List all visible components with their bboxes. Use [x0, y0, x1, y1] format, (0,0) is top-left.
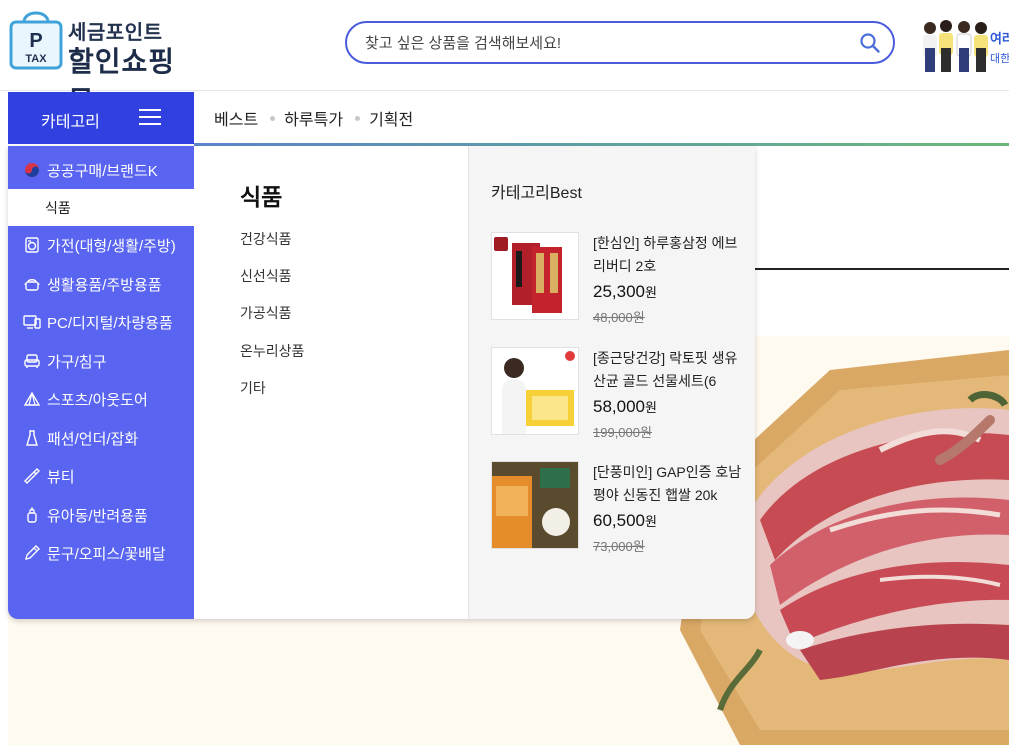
category-button[interactable]: 카테고리: [8, 92, 194, 144]
promo-text: 여러: [990, 31, 1009, 46]
site-logo[interactable]: P TAX 세금포인트 할인쇼핑몰: [8, 4, 198, 117]
search-input[interactable]: [365, 32, 845, 54]
svg-text:TAX: TAX: [25, 53, 47, 65]
sidebar-item-household[interactable]: 생활용품/주방용품: [8, 266, 194, 302]
subcategory-panel: 식품 건강식품 신선식품 가공식품 온누리상품 기타: [194, 146, 468, 619]
product-original-price: 73,000원: [593, 539, 645, 554]
tent-icon: [23, 390, 41, 408]
banner-divider: [754, 268, 1009, 270]
nav-link-best[interactable]: 베스트: [214, 106, 258, 130]
nav-link-exhibition[interactable]: 기획전: [369, 106, 413, 130]
category-sidebar: 공공구매/브랜드K 식품 가전(대형/생활/주방) 생활용품/주방용품 PC/디…: [8, 146, 194, 619]
subcategory-item[interactable]: 온누리상품: [240, 341, 304, 361]
sidebar-item-label: 가구/침구: [47, 353, 107, 371]
svg-text:P: P: [29, 30, 42, 52]
hamburger-menu-icon: [139, 109, 161, 127]
product-original-price: 199,000원: [593, 425, 652, 440]
best-product-card[interactable]: [한심인] 하루홍삼정 에브리버디 2호 25,300원 48,000원: [491, 232, 753, 325]
nav-separator: [355, 115, 361, 121]
sofa-icon: [23, 352, 41, 370]
product-thumbnail[interactable]: [491, 347, 579, 435]
red-ginseng-box-image: [492, 233, 578, 319]
sidebar-item-label: 유아동/반려용품: [47, 507, 148, 525]
subcategory-item[interactable]: 가공식품: [240, 303, 292, 323]
subcategory-item[interactable]: 기타: [240, 378, 266, 398]
product-price: 25,300원: [593, 282, 657, 301]
product-original-price: 48,000원: [593, 310, 645, 325]
pen-icon: [23, 544, 41, 562]
category-best-title: 카테고리Best: [491, 185, 582, 202]
site-header: P TAX 세금포인트 할인쇼핑몰 여러 대한: [0, 0, 1009, 117]
sidebar-item-beauty[interactable]: 뷰티: [8, 458, 194, 494]
sidebar-item-public-purchase[interactable]: 공공구매/브랜드K: [8, 152, 194, 188]
sidebar-item-label: 스포츠/아웃도어: [47, 391, 148, 409]
lactofit-gift-set-image: [492, 348, 578, 434]
search-icon[interactable]: [859, 32, 881, 54]
shopping-bag-logo-icon: P TAX: [9, 11, 63, 70]
bottle-icon: [23, 506, 41, 524]
sidebar-item-label: PC/디지털/차량용품: [47, 314, 173, 332]
sidebar-item-stationery[interactable]: 문구/오피스/꽃배달: [8, 535, 194, 571]
sidebar-item-label: 가전(대형/생활/주방): [47, 237, 176, 255]
subcategory-item[interactable]: 신선식품: [240, 266, 292, 286]
nav-separator: [270, 115, 276, 121]
subcategory-title: 식품: [240, 184, 283, 210]
lipstick-icon: [23, 467, 41, 485]
best-product-card[interactable]: [단풍미인] GAP인증 호남평야 신동진 햅쌀 20k 60,500원 73,…: [491, 461, 753, 554]
washer-icon: [23, 236, 41, 254]
staff-illustration-icon: [923, 20, 988, 72]
nav-link-daily-deal[interactable]: 하루특가: [284, 106, 343, 130]
product-name[interactable]: [종근당건강] 락토핏 생유산균 골드 선물세트(6: [593, 347, 743, 393]
taeguk-icon: [23, 161, 41, 179]
sidebar-item-label: 뷰티: [47, 468, 75, 486]
sidebar-item-fashion[interactable]: 패션/언더/잡화: [8, 420, 194, 456]
sidebar-item-label: 생활용품/주방용품: [47, 276, 162, 294]
product-name[interactable]: [단풍미인] GAP인증 호남평야 신동진 햅쌀 20k: [593, 461, 743, 507]
search-bar: [345, 21, 895, 64]
product-thumbnail[interactable]: [491, 232, 579, 320]
sidebar-item-label: 문구/오피스/꽃배달: [47, 545, 166, 563]
rice-bag-image: [492, 462, 578, 548]
sidebar-item-label: 공공구매/브랜드K: [47, 162, 158, 180]
product-price: 60,500원: [593, 511, 657, 530]
nav-links: 베스트 하루특가 기획전: [214, 106, 413, 130]
sidebar-item-kids-pets[interactable]: 유아동/반려용품: [8, 497, 194, 533]
promo-subtext: 대한: [990, 53, 1009, 65]
sidebar-item-appliances[interactable]: 가전(대형/생활/주방): [8, 227, 194, 263]
category-best-panel: 카테고리Best [한심인] 하루홍삼정 에브리버디 2호 25,300원 48…: [468, 146, 755, 619]
subcategory-item[interactable]: 건강식품: [240, 229, 292, 249]
dress-icon: [23, 429, 41, 447]
product-price: 58,000원: [593, 397, 657, 416]
sidebar-item-food[interactable]: 식품: [8, 189, 194, 226]
product-name[interactable]: [한심인] 하루홍삼정 에브리버디 2호: [593, 232, 743, 278]
pot-icon: [23, 275, 41, 293]
sidebar-item-label: 식품: [45, 199, 71, 216]
category-button-label: 카테고리: [41, 114, 100, 131]
sidebar-item-pc-digital[interactable]: PC/디지털/차량용품: [8, 304, 194, 340]
sidebar-item-label: 패션/언더/잡화: [47, 430, 139, 448]
product-thumbnail[interactable]: [491, 461, 579, 549]
category-dropdown: 공공구매/브랜드K 식품 가전(대형/생활/주방) 생활용품/주방용품 PC/디…: [8, 146, 755, 619]
best-product-card[interactable]: [종근당건강] 락토핏 생유산균 골드 선물세트(6 58,000원 199,0…: [491, 347, 753, 440]
sidebar-item-furniture[interactable]: 가구/침구: [8, 343, 194, 379]
sidebar-item-sports[interactable]: 스포츠/아웃도어: [8, 381, 194, 417]
monitor-icon: [23, 313, 41, 331]
